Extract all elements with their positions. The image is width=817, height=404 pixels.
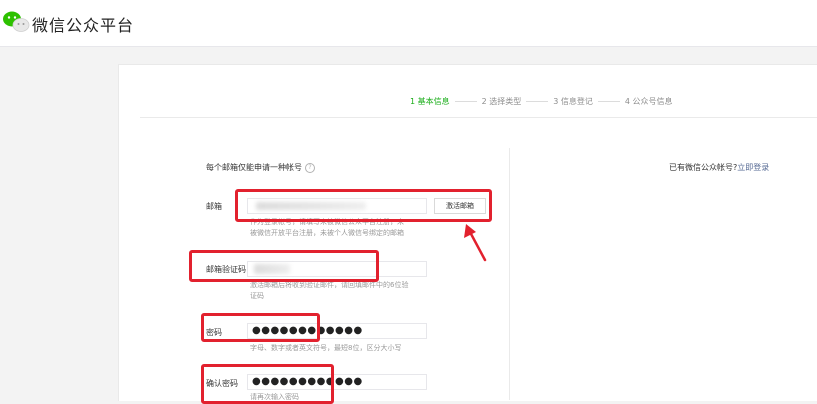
step-account-info: 4 公众号信息 bbox=[624, 97, 673, 106]
email-tip-line2: 被微信开放平台注册，未被个人微信号绑定的邮箱 bbox=[250, 229, 404, 237]
column-divider bbox=[509, 148, 510, 400]
step-connector bbox=[454, 101, 477, 102]
password-tip: 字母、数字或者英文符号，最短8位，区分大小写 bbox=[250, 344, 402, 352]
step-info-register: 3 信息登记 bbox=[553, 97, 593, 106]
top-bar: 微信公众平台 bbox=[0, 0, 817, 47]
annotation-arrow-icon bbox=[464, 224, 487, 262]
login-hint-text: 已有微信公众帐号? bbox=[669, 163, 738, 172]
annotation-box-confirm bbox=[201, 364, 334, 404]
login-hint: 已有微信公众帐号?立即登录 bbox=[669, 162, 769, 173]
annotation-box-password bbox=[201, 313, 320, 342]
help-icon[interactable]: ? bbox=[305, 162, 315, 173]
step-select-type: 2 选择类型 bbox=[481, 97, 522, 106]
form-intro-text: 每个邮箱仅能申请一种帐号 bbox=[206, 163, 302, 172]
step-connector bbox=[597, 101, 620, 102]
step-connector bbox=[526, 101, 549, 102]
code-tip-line2: 证码 bbox=[250, 292, 264, 300]
annotation-box-email bbox=[235, 189, 492, 222]
annotation-box-code bbox=[189, 250, 379, 282]
wechat-logo-icon bbox=[3, 11, 30, 32]
header-divider bbox=[140, 117, 817, 118]
brand-title[interactable]: 微信公众平台 bbox=[32, 12, 134, 36]
form-intro: 每个邮箱仅能申请一种帐号? bbox=[206, 162, 315, 173]
login-link[interactable]: 立即登录 bbox=[737, 163, 769, 172]
step-basic-info: 1 基本信息 bbox=[410, 97, 450, 106]
email-label: 邮箱 bbox=[206, 202, 222, 211]
step-progress: 1 基本信息 2 选择类型 3 信息登记 4 公众号信息 bbox=[410, 96, 673, 107]
code-tip: 激活邮箱后将收到验证邮件，请回填邮件中的6位验 证码 bbox=[250, 280, 408, 302]
